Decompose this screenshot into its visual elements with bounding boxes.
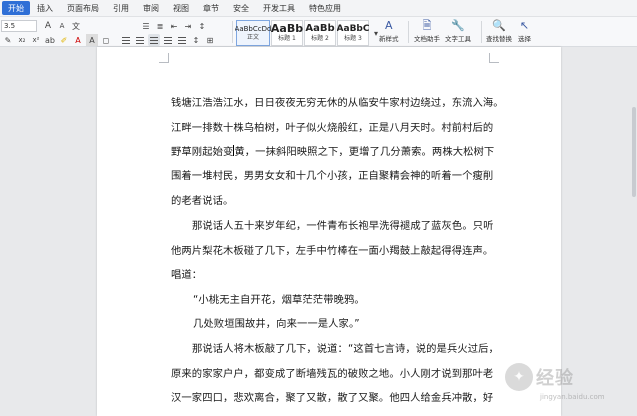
- pointer-icon: ↖: [519, 19, 530, 32]
- style-heading-1[interactable]: AaBb 标题 1: [271, 20, 303, 46]
- superscript-icon[interactable]: x²: [30, 34, 42, 46]
- shrink-font-icon[interactable]: A: [56, 20, 68, 32]
- clear-format-icon[interactable]: 文: [70, 20, 82, 32]
- sort-icon[interactable]: ↕: [196, 20, 208, 32]
- font-size-select[interactable]: 3.5: [1, 20, 37, 32]
- menu-bar: 开始 插入 页面布局 引用 审阅 视图 章节 安全 开发工具 特色应用: [0, 0, 637, 17]
- align-left-icon[interactable]: [120, 34, 132, 46]
- increase-indent-icon[interactable]: ⇥: [182, 20, 194, 32]
- style-sample: AaBb: [305, 23, 335, 34]
- bullet-list-icon[interactable]: ☰: [140, 20, 152, 32]
- watermark-url: jingyan.baidu.com: [540, 393, 605, 401]
- new-style-button[interactable]: A 新样式: [379, 19, 399, 47]
- highlight-icon[interactable]: ✐: [58, 34, 70, 46]
- text-effect-icon[interactable]: ✎: [2, 34, 14, 46]
- tab-features[interactable]: 特色应用: [302, 0, 348, 17]
- poem-line: “小桃无主自开花，烟草茫茫带晚鸦。: [193, 294, 365, 306]
- select-label: 选择: [518, 35, 531, 43]
- doc-assistant-button[interactable]: 🗎 文档助手: [414, 19, 440, 47]
- style-sample: AaBbC: [336, 24, 370, 34]
- text-after-cursor: 黄，一抹斜阳映照之下，更增了几分萧索。两株大松树下: [234, 146, 495, 158]
- document-area: 钱塘江浩浩江水，日日夜夜无穷无休的从临安牛家村边绕过，东流入海。 江畔一排数十株…: [0, 47, 637, 416]
- align-justify-icon[interactable]: [148, 34, 160, 46]
- char-border-icon[interactable]: ◻: [100, 34, 112, 46]
- decrease-indent-icon[interactable]: ⇤: [168, 20, 180, 32]
- vertical-scrollbar[interactable]: [632, 107, 636, 197]
- new-style-label: 新样式: [379, 35, 399, 43]
- margin-mark: [159, 53, 169, 63]
- paragraph-line: 的老者说话。: [171, 195, 234, 207]
- align-center-icon[interactable]: [134, 34, 146, 46]
- style-sample: AaBbCcDd: [234, 25, 272, 33]
- paragraph-line: 野草刚起始变黄，一抹斜阳映照之下，更增了几分萧索。两株大松树下: [171, 143, 507, 158]
- paragraph-line: 那说话人将木板敲了几下，说道：“这首七言诗，说的是兵火过后，: [192, 343, 499, 355]
- find-replace-label: 查找替换: [486, 35, 512, 43]
- tab-review[interactable]: 审阅: [136, 0, 166, 17]
- document-page[interactable]: 钱塘江浩浩江水，日日夜夜无穷无休的从临安牛家村边绕过，东流入海。 江畔一排数十株…: [97, 47, 561, 416]
- style-name: 标题 1: [278, 35, 296, 42]
- text-tools-button[interactable]: 🔧 文字工具: [445, 19, 471, 47]
- separator: [232, 21, 233, 43]
- tab-view[interactable]: 视图: [166, 0, 196, 17]
- text-before-cursor: 野草刚起始变: [171, 146, 234, 158]
- style-name: 标题 3: [344, 35, 362, 42]
- style-name: 正文: [246, 34, 259, 41]
- paragraph-line: 他两片梨花木板碰了几下，左手中竹棒在一面小羯鼓上敲起得得连声。: [171, 245, 494, 257]
- watermark-text: 经验: [536, 368, 574, 389]
- wrench-icon: 🔧: [451, 19, 465, 32]
- char-shading-icon[interactable]: A: [86, 34, 98, 46]
- font-color-icon[interactable]: A: [72, 34, 84, 46]
- strikethrough-icon[interactable]: ab: [44, 34, 56, 46]
- tab-developer[interactable]: 开发工具: [256, 0, 302, 17]
- tab-start[interactable]: 开始: [2, 1, 30, 15]
- separator: [481, 21, 482, 43]
- search-icon: 🔍: [492, 19, 506, 32]
- poem-line: 几处败垣围故井，向来一一是人家。”: [193, 318, 360, 330]
- doc-assistant-icon: 🗎: [422, 19, 432, 32]
- margin-mark: [489, 53, 499, 63]
- paragraph-line: 汉一家四口，悲欢离合，聚了又散，散了又聚。他四人给金兵冲散，好: [171, 392, 494, 404]
- numbered-list-icon[interactable]: ≣: [154, 20, 166, 32]
- paragraph-line: 唱道：: [171, 269, 203, 281]
- tab-insert[interactable]: 插入: [30, 0, 60, 17]
- tab-security[interactable]: 安全: [226, 0, 256, 17]
- style-name: 标题 2: [311, 35, 329, 42]
- style-heading-2[interactable]: AaBb 标题 2: [304, 20, 336, 46]
- watermark: ✦ 经验: [505, 363, 574, 391]
- grow-font-icon[interactable]: A: [42, 20, 54, 32]
- text-tools-label: 文字工具: [445, 35, 471, 43]
- border-icon[interactable]: ⊞: [204, 34, 216, 46]
- paragraph-line: 钱塘江浩浩江水，日日夜夜无穷无休的从临安牛家村边绕过，东流入海。: [171, 97, 504, 109]
- style-sample: AaBb: [270, 23, 304, 35]
- tab-references[interactable]: 引用: [106, 0, 136, 17]
- paragraph-line: 江畔一排数十株乌柏树，叶子似火烧般红，正是八月天时。村前村后的: [171, 122, 494, 134]
- distributed-align-icon[interactable]: [176, 34, 188, 46]
- style-heading-3[interactable]: AaBbC 标题 3: [337, 20, 369, 46]
- new-style-icon: A: [384, 19, 393, 32]
- style-normal[interactable]: AaBbCcDd 正文: [234, 20, 272, 46]
- subscript-icon[interactable]: x₂: [16, 34, 28, 46]
- paragraph-line: 围着一堆村民，男男女女和十几个小孩，正自聚精会神的听着一个瘦削: [171, 170, 494, 182]
- find-replace-button[interactable]: 🔍 查找替换: [486, 19, 512, 47]
- select-button[interactable]: ↖ 选择: [518, 19, 531, 47]
- watermark-logo-icon: ✦: [505, 363, 533, 391]
- separator: [408, 21, 409, 43]
- line-spacing-icon[interactable]: ↕: [190, 34, 202, 46]
- doc-assistant-label: 文档助手: [414, 35, 440, 43]
- ribbon-toolbar: 3.5 A A 文 ☰ ≣ ⇤ ⇥ ↕ ✎ x₂ x² ab ✐ A A ◻ ↕…: [0, 17, 637, 47]
- paragraph-line: 那说话人五十来岁年纪，一件青布长袍早洗得褪成了蓝灰色。只听: [192, 220, 494, 232]
- align-right-icon[interactable]: [162, 34, 174, 46]
- paragraph-line: 原来的家家户户，都变成了断墙残瓦的破败之地。小人刚才说到那叶老: [171, 368, 494, 380]
- tab-page-layout[interactable]: 页面布局: [60, 0, 106, 17]
- tab-section[interactable]: 章节: [196, 0, 226, 17]
